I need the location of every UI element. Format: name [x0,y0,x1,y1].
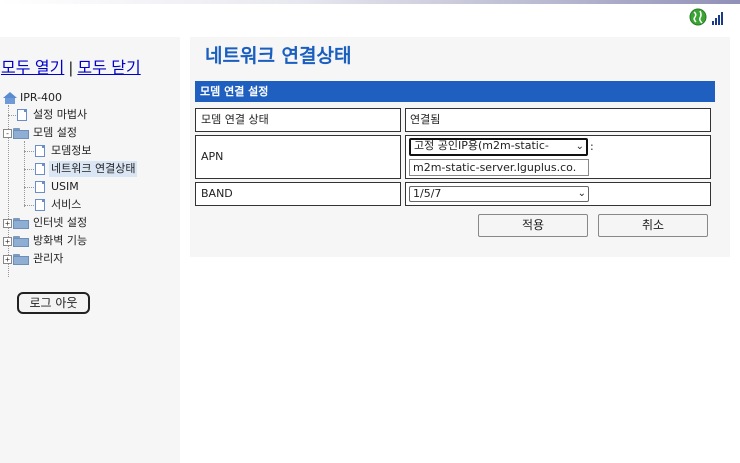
logout-button[interactable]: 로그 아웃 [17,292,90,314]
tree-item-modem-info[interactable]: 모뎀정보 [35,143,93,159]
apn-label: APN [195,135,401,179]
modem-status-value: 연결됨 [405,108,711,132]
row-modem-status: 모뎀 연결 상태 연결됨 [195,108,711,132]
folder-icon [13,253,29,265]
tree-item-network-status[interactable]: 네트워크 연결상태 [35,161,138,177]
expand-toggle-icon[interactable]: + [3,218,12,228]
expand-toggle-icon[interactable]: + [3,236,12,246]
tree-item-label: 모뎀정보 [51,144,92,157]
page-icon [35,163,45,175]
tree-item-label: 인터넷 설정 [33,216,88,229]
signal-bars-icon [712,12,724,25]
page-icon [17,109,27,121]
page-title: 네트워크 연결상태 [205,45,352,67]
tree-item-admin[interactable]: + 관리자 [3,251,65,267]
page-icon [35,181,45,193]
modem-status-label: 모뎀 연결 상태 [195,108,401,132]
apn-value-cell: 고정 공인IP용(m2m-static- ⌄ : m2m-static-serv… [405,135,711,179]
home-icon [2,92,18,104]
cancel-button[interactable]: 취소 [598,214,708,237]
tree-item-setup-wizard[interactable]: 설정 마법사 [17,107,89,123]
expand-toggle-icon[interactable]: + [3,254,12,264]
tree-item-service[interactable]: 서비스 [35,197,83,213]
row-band: BAND 1/5/7 ⌄ [195,182,711,206]
folder-icon [13,235,29,247]
main-panel: 네트워크 연결상태 모뎀 연결 설정 모뎀 연결 상태 연결됨 APN 고정 공… [190,37,730,257]
link-separator: | [68,60,73,77]
chevron-down-icon: ⌄ [575,141,584,152]
tree-item-label: 설정 마법사 [33,108,88,121]
tree-item-internet-settings[interactable]: + 인터넷 설정 [3,215,89,231]
top-gradient-bar [0,0,740,4]
tree-item-label: USIM [51,180,79,193]
row-apn: APN 고정 공인IP용(m2m-static- ⌄ : m2m-static-… [195,135,711,179]
apn-select-value: 고정 공인IP용(m2m-static- [414,139,549,152]
apn-select[interactable]: 고정 공인IP용(m2m-static- ⌄ [409,138,588,156]
collapse-toggle-icon[interactable]: - [3,128,12,138]
folder-icon [13,217,29,229]
collapse-all-link[interactable]: 모두 닫기 [77,60,140,77]
tree-item-firewall[interactable]: + 방화벽 기능 [3,233,89,249]
tree-root[interactable]: IPR-400 [2,90,62,106]
expand-collapse-links: 모두 열기 | 모두 닫기 [1,54,141,78]
globe-icon[interactable] [689,8,707,26]
tree-item-label: 모뎀 설정 [33,126,77,139]
apply-button[interactable]: 적용 [478,214,588,237]
band-select-value: 1/5/7 [413,187,442,200]
folder-icon [13,127,29,139]
band-select[interactable]: 1/5/7 ⌄ [409,186,589,202]
tree-root-label: IPR-400 [20,91,63,104]
expand-all-link[interactable]: 모두 열기 [1,60,64,77]
tree-item-label: 서비스 [51,198,82,211]
tree-item-usim[interactable]: USIM [35,179,81,195]
tree-item-label: 방화벽 기능 [33,234,88,247]
tree-item-label: 관리자 [33,252,64,265]
section-header: 모뎀 연결 설정 [195,81,715,102]
page-icon [35,199,45,211]
apn-input[interactable]: m2m-static-server.lguplus.co. [409,159,589,176]
page-icon [35,145,45,157]
band-label: BAND [195,182,401,206]
tree-item-label: 네트워크 연결상태 [49,161,138,177]
band-value-cell: 1/5/7 ⌄ [405,182,711,206]
apn-suffix: : [590,140,594,153]
chevron-down-icon: ⌄ [577,188,586,199]
tree-item-modem-settings[interactable]: - 모뎀 설정 [3,125,79,141]
